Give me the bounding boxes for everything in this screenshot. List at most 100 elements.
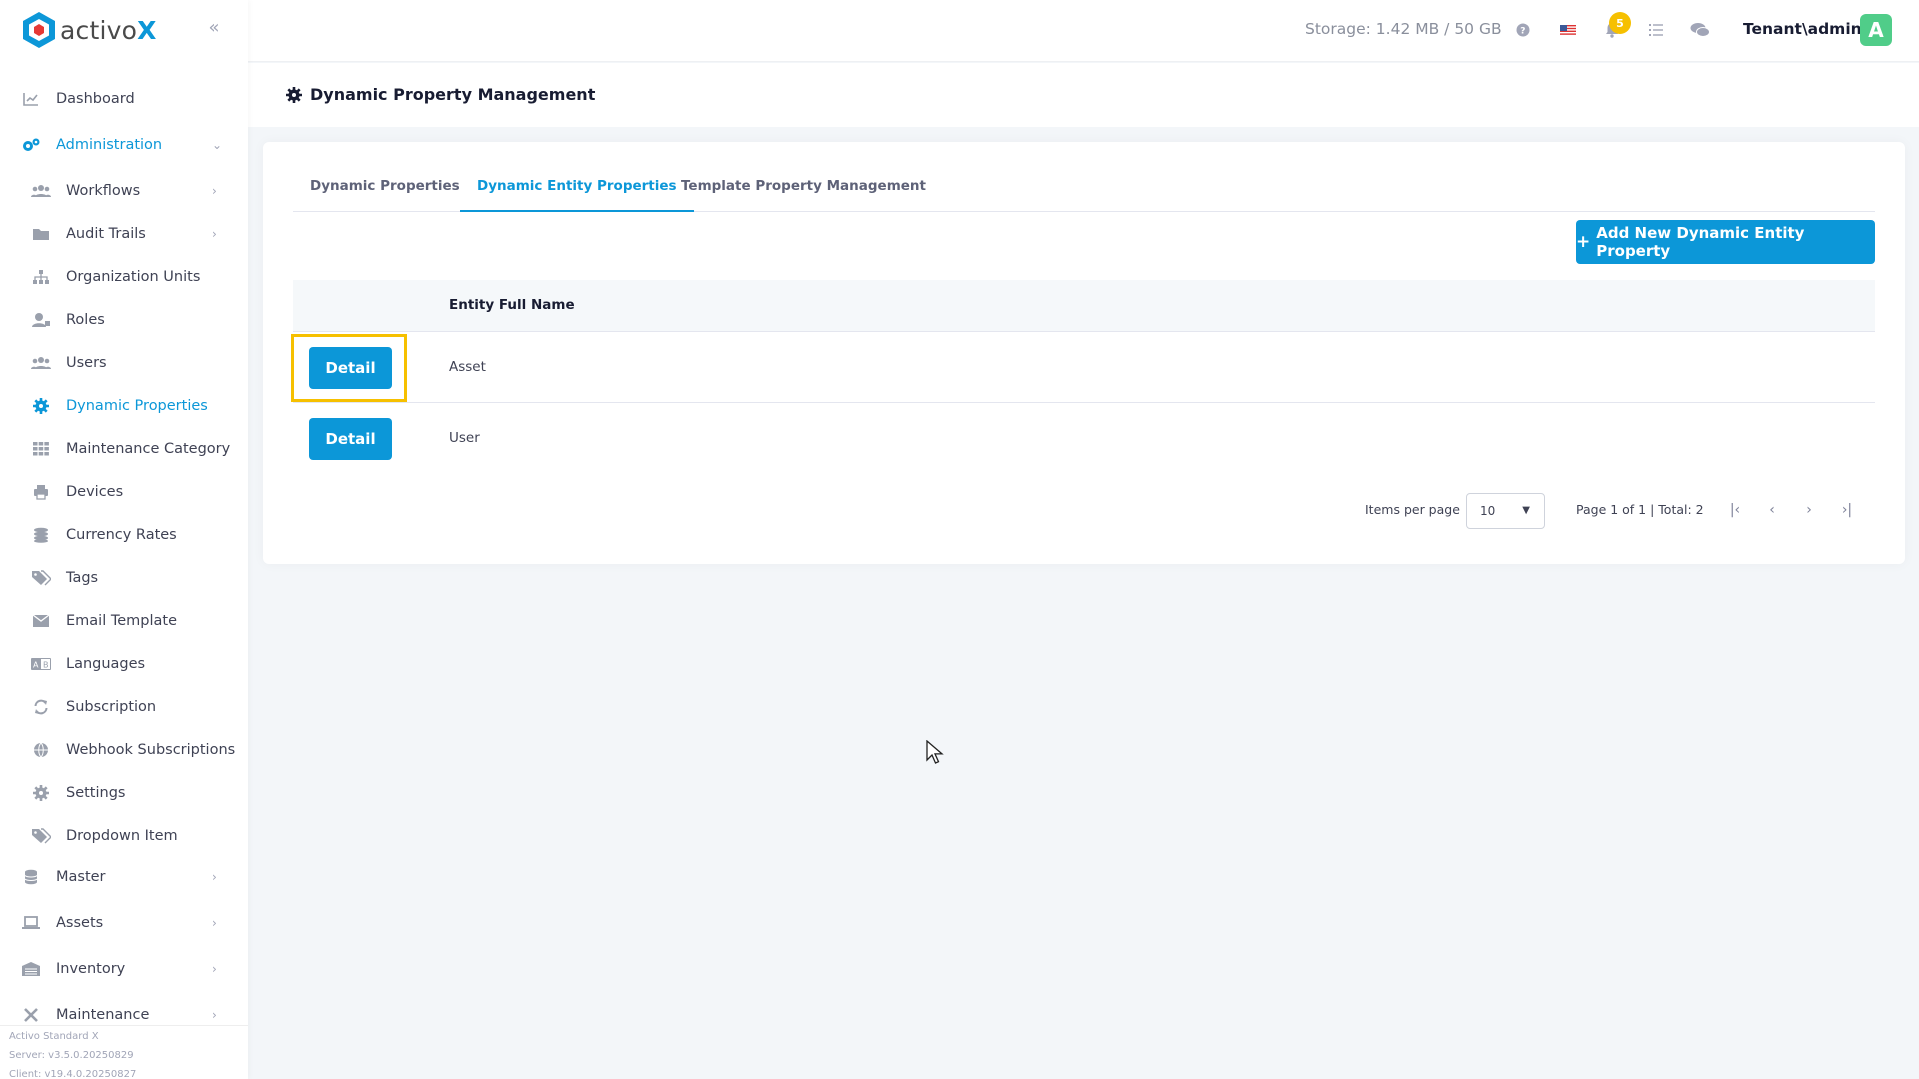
sidebar-item-email-template[interactable]: Email Template: [0, 602, 248, 640]
cogs-icon: [21, 136, 41, 154]
tab-template-property-management[interactable]: Template Property Management: [664, 172, 943, 212]
users-group-icon: [31, 182, 51, 200]
warehouse-icon: [21, 960, 41, 978]
sidebar-item-audit-trails[interactable]: Audit Trails ›: [0, 215, 248, 253]
top-header: Storage: 1.42 MB / 50 GB ? 5 Tenant\admi…: [248, 0, 1919, 62]
sidebar-item-master[interactable]: Master ›: [0, 858, 248, 896]
logo-hex-icon: [23, 12, 55, 48]
version-info: Activo Standard X Server: v3.5.0.2025082…: [0, 1025, 248, 1079]
sidebar-item-inventory[interactable]: Inventory ›: [0, 950, 248, 988]
user-name[interactable]: Tenant\admin: [1743, 20, 1862, 38]
gear-icon: [31, 397, 51, 415]
chevron-right-icon: ›: [212, 870, 217, 884]
sidebar-item-administration[interactable]: Administration ⌄: [0, 126, 248, 164]
sidebar-item-settings[interactable]: Settings: [0, 774, 248, 812]
column-entity-full-name: Entity Full Name: [449, 297, 575, 313]
items-per-page-select[interactable]: 10 ▼: [1466, 493, 1545, 529]
folder-icon: [31, 225, 51, 243]
chevron-right-icon: ›: [212, 916, 217, 930]
tools-icon: [21, 1006, 41, 1024]
gear-icon: [31, 784, 51, 802]
grid-icon: [31, 440, 51, 458]
first-page-icon[interactable]: |‹: [1725, 500, 1745, 520]
pagination: Items per page 10 ▼ Page 1 of 1 | Total:…: [293, 492, 1875, 532]
chart-line-icon: [21, 90, 41, 108]
storage-usage: Storage: 1.42 MB / 50 GB: [1305, 20, 1502, 38]
page-title-text: Dynamic Property Management: [310, 85, 596, 104]
client-version: Client: v19.4.0.20250827: [9, 1069, 137, 1079]
tab-dynamic-properties[interactable]: Dynamic Properties: [293, 172, 477, 212]
items-per-page-label: Items per page: [1365, 502, 1460, 517]
tags-icon: [31, 569, 51, 587]
svg-text:A: A: [33, 661, 39, 670]
notification-badge: 5: [1609, 12, 1631, 34]
language-icon: AB: [31, 655, 51, 673]
server-version: Server: v3.5.0.20250829: [9, 1050, 134, 1061]
sidebar-item-webhook-subscriptions[interactable]: Webhook Subscriptions: [0, 731, 248, 769]
gear-icon: [286, 86, 302, 103]
svg-text:?: ?: [1520, 27, 1525, 37]
chat-icon[interactable]: [1690, 20, 1710, 40]
user-tag-icon: [31, 311, 51, 329]
us-flag-icon[interactable]: [1558, 20, 1578, 40]
page-info: Page 1 of 1 | Total: 2: [1576, 502, 1704, 517]
sidebar-item-languages[interactable]: AB Languages: [0, 645, 248, 683]
chevron-right-icon: ›: [212, 1008, 217, 1022]
previous-page-icon[interactable]: ‹: [1762, 500, 1782, 520]
users-icon: [31, 354, 51, 372]
sidebar-item-organization-units[interactable]: Organization Units: [0, 258, 248, 296]
chevron-down-icon: ⌄: [212, 138, 223, 152]
help-icon[interactable]: ?: [1513, 20, 1533, 40]
table-header: Entity Full Name: [293, 280, 1875, 332]
sidebar-item-tags[interactable]: Tags: [0, 559, 248, 597]
plus-icon: +: [1576, 232, 1591, 252]
sidebar-item-subscription[interactable]: Subscription: [0, 688, 248, 726]
caret-down-icon: ▼: [1522, 505, 1530, 516]
envelope-icon: [31, 612, 51, 630]
subheader: Dynamic Property Management: [248, 63, 1919, 127]
logo-text: activoX: [60, 15, 157, 45]
table-row: Detail Asset: [293, 333, 1875, 403]
tags-icon: [31, 827, 51, 845]
next-page-icon[interactable]: ›: [1799, 500, 1819, 520]
sidebar-item-devices[interactable]: Devices: [0, 473, 248, 511]
sidebar-item-dashboard[interactable]: Dashboard: [0, 80, 248, 118]
sidebar-item-users[interactable]: Users: [0, 344, 248, 382]
content-card: Dynamic Properties Dynamic Entity Proper…: [263, 142, 1905, 564]
chevron-right-icon: ›: [212, 962, 217, 976]
detail-button[interactable]: Detail: [309, 418, 392, 460]
page-title: Dynamic Property Management: [286, 85, 595, 104]
tab-dynamic-entity-properties[interactable]: Dynamic Entity Properties: [460, 172, 694, 212]
entity-name-cell: Asset: [449, 359, 486, 375]
sitemap-icon: [31, 268, 51, 286]
collapse-sidebar-icon[interactable]: «: [204, 18, 224, 38]
table-row: Detail User: [293, 404, 1875, 474]
sidebar-item-roles[interactable]: Roles: [0, 301, 248, 339]
tasks-list-icon[interactable]: [1646, 20, 1666, 40]
sidebar-item-assets[interactable]: Assets ›: [0, 904, 248, 942]
logo[interactable]: activoX: [22, 10, 157, 50]
sidebar-item-dynamic-properties[interactable]: Dynamic Properties: [0, 387, 248, 425]
globe-icon: [31, 741, 51, 759]
add-dynamic-entity-property-button[interactable]: + Add New Dynamic Entity Property: [1576, 220, 1875, 264]
printer-icon: [31, 483, 51, 501]
sidebar-item-currency-rates[interactable]: Currency Rates: [0, 516, 248, 554]
chevron-right-icon: ›: [212, 227, 217, 241]
sync-icon: [31, 698, 51, 716]
mouse-cursor-icon: [926, 740, 944, 764]
entity-name-cell: User: [449, 430, 480, 446]
product-name: Activo Standard X: [9, 1031, 99, 1042]
database-icon: [21, 868, 41, 886]
svg-text:B: B: [43, 661, 49, 670]
detail-button[interactable]: Detail: [309, 347, 392, 389]
tabs: Dynamic Properties Dynamic Entity Proper…: [293, 172, 1875, 212]
laptop-icon: [21, 914, 41, 932]
sidebar: activoX « Dashboard Administration ⌄ Wor…: [0, 0, 248, 1079]
coins-icon: [31, 526, 51, 544]
sidebar-item-workflows[interactable]: Workflows ›: [0, 172, 248, 210]
sidebar-item-maintenance-category[interactable]: Maintenance Category: [0, 430, 248, 468]
sidebar-item-dropdown-item[interactable]: Dropdown Item: [0, 817, 248, 855]
last-page-icon[interactable]: ›|: [1837, 500, 1857, 520]
avatar[interactable]: A: [1860, 14, 1892, 46]
chevron-right-icon: ›: [212, 184, 217, 198]
